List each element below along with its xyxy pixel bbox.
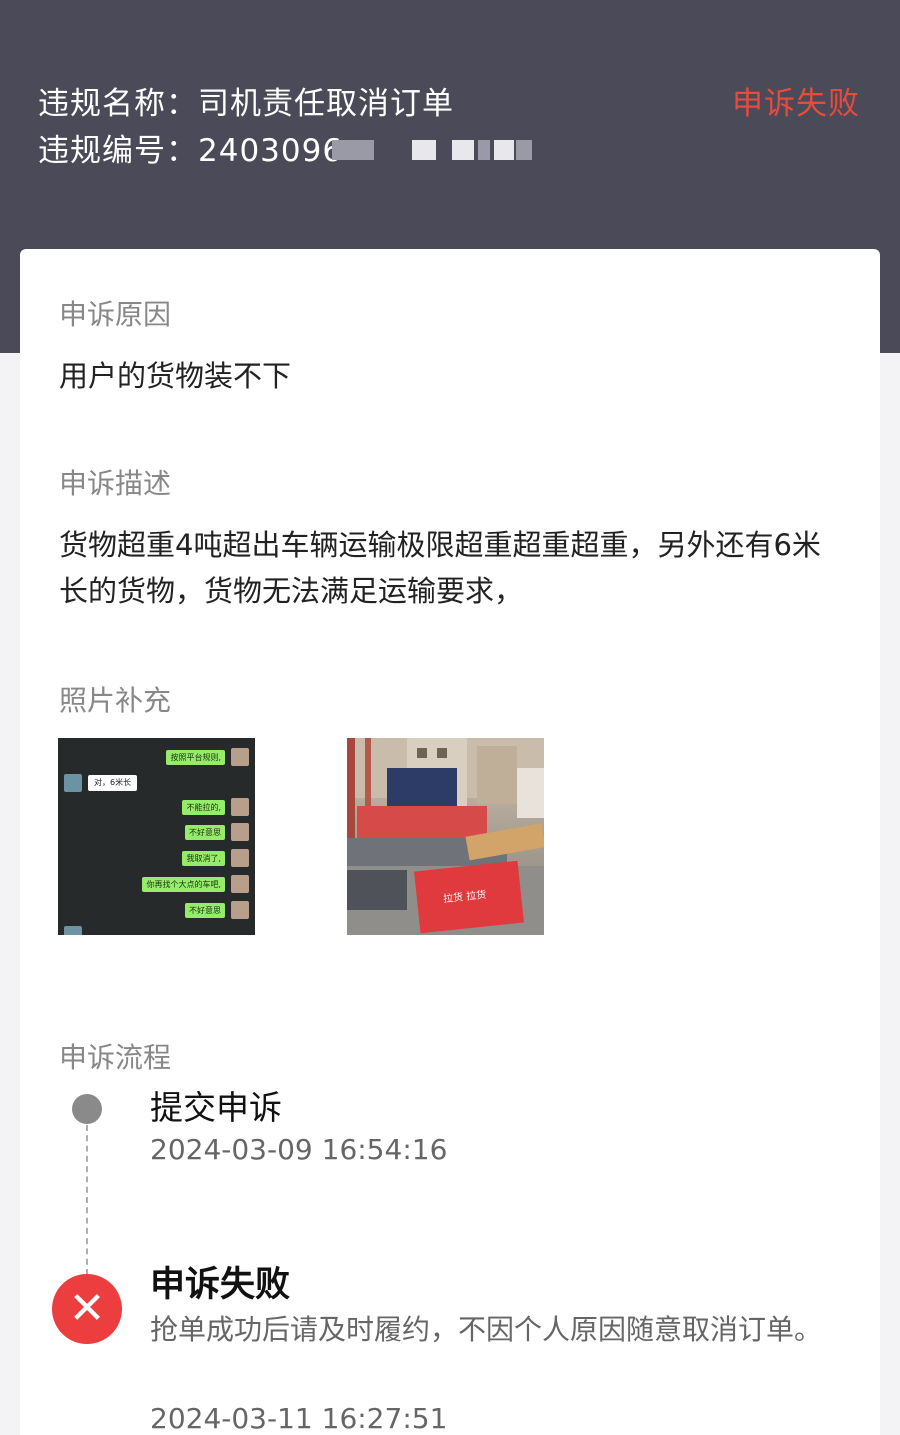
step-fail-desc: 抢单成功后请及时履约，不因个人原因随意取消订单。 bbox=[150, 1313, 823, 1346]
redaction-block bbox=[478, 140, 490, 160]
avatar bbox=[231, 901, 249, 919]
violation-number: 违规编号：2403096 bbox=[38, 133, 344, 169]
close-icon: ✕ bbox=[52, 1274, 122, 1344]
redaction-block bbox=[452, 140, 474, 160]
photo-truck-cargo[interactable]: 拉货 拉货 bbox=[347, 738, 544, 935]
description-text: 货物超重4吨超出车辆运输极限超重超重超重，另外还有6米长的货物，货物无法满足运输… bbox=[59, 528, 821, 608]
step-fail-time: 2024-03-11 16:27:51 bbox=[150, 1402, 448, 1435]
chat-bubble: 不好意思 bbox=[185, 903, 225, 918]
redaction-block bbox=[494, 140, 514, 160]
process-title: 申诉流程 bbox=[59, 1041, 172, 1074]
redaction-block bbox=[412, 140, 436, 160]
violation-name: 违规名称：司机责任取消订单 bbox=[38, 86, 454, 122]
reason-text: 用户的货物装不下 bbox=[59, 359, 292, 393]
chat-bubble: 按照平台规则, bbox=[166, 750, 225, 765]
photos-title: 照片补充 bbox=[59, 684, 172, 717]
chat-bubble: 不能拉的, bbox=[182, 800, 225, 815]
reason-title: 申诉原因 bbox=[59, 298, 172, 331]
chat-bubble: 不好意思 bbox=[185, 825, 225, 840]
appeal-detail-card: 申诉原因 用户的货物装不下 申诉描述 货物超重4吨超出车辆运输极限超重超重超重，… bbox=[20, 249, 880, 1435]
chat-bubble: 我取消了, bbox=[182, 851, 225, 866]
chat-bubble: 你再找个大点的车吧, bbox=[142, 877, 225, 892]
chat-bubble: 对，6米长 bbox=[88, 775, 138, 791]
avatar bbox=[64, 774, 82, 792]
photo-chat-screenshot[interactable]: 按照平台规则, 对，6米长 不能拉的, 不好意思 我取消了, 你再找个大点的车吧… bbox=[58, 738, 255, 935]
avatar bbox=[64, 926, 82, 935]
truck-cargo-illustration bbox=[347, 738, 544, 935]
step-fail-title: 申诉失败 bbox=[150, 1265, 291, 1305]
timeline-connector bbox=[86, 1125, 88, 1275]
avatar bbox=[231, 748, 249, 766]
timeline-dot-icon bbox=[72, 1094, 102, 1124]
avatar bbox=[231, 823, 249, 841]
appeal-status: 申诉失败 bbox=[732, 86, 860, 122]
redaction-block bbox=[516, 140, 532, 160]
avatar bbox=[231, 798, 249, 816]
step-submit-time: 2024-03-09 16:54:16 bbox=[150, 1133, 448, 1166]
avatar bbox=[231, 875, 249, 893]
redaction-block bbox=[332, 140, 374, 160]
description-title: 申诉描述 bbox=[59, 467, 172, 500]
avatar bbox=[231, 849, 249, 867]
step-submit-title: 提交申诉 bbox=[150, 1088, 282, 1127]
